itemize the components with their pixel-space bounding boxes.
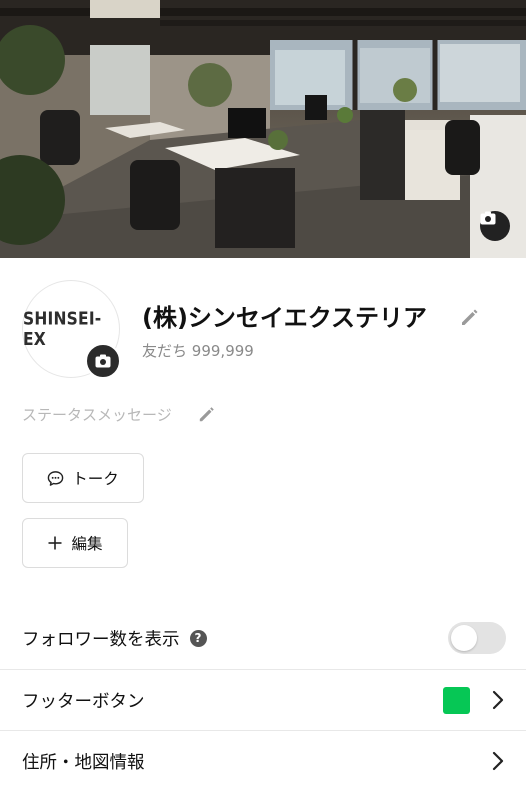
edit-button[interactable]: 編集 bbox=[22, 518, 128, 568]
chevron-right-icon[interactable] bbox=[492, 751, 504, 771]
plus-icon bbox=[48, 536, 62, 550]
follower-count-row: フォロワー数を表示 ? bbox=[0, 608, 526, 668]
avatar-camera-button[interactable] bbox=[85, 343, 121, 379]
cover-camera-button[interactable] bbox=[480, 211, 510, 241]
follower-count-toggle[interactable] bbox=[448, 622, 506, 654]
follower-count-label: フォロワー数を表示 bbox=[22, 629, 180, 650]
toggle-knob bbox=[451, 625, 477, 651]
edit-button-label: 編集 bbox=[71, 535, 103, 553]
friends-label: 友だち bbox=[142, 342, 188, 360]
name-edit-button[interactable] bbox=[460, 307, 480, 331]
footer-button-color-swatch[interactable] bbox=[443, 686, 470, 714]
talk-button[interactable]: トーク bbox=[22, 453, 144, 503]
friends-number: 999,999 bbox=[191, 342, 254, 360]
camera-icon bbox=[95, 354, 111, 368]
cover-photo bbox=[0, 0, 526, 258]
status-edit-button[interactable] bbox=[198, 405, 216, 427]
pencil-icon bbox=[462, 309, 478, 325]
friends-count: 友だち 999,999 bbox=[142, 340, 254, 361]
footer-button-label: フッターボタン bbox=[22, 691, 145, 712]
pencil-icon bbox=[199, 407, 214, 422]
address-map-label: 住所・地図情報 bbox=[22, 752, 145, 773]
cover-office-image bbox=[0, 0, 526, 258]
status-message[interactable]: ステータスメッセージ bbox=[22, 404, 172, 425]
question-circle-icon[interactable]: ? bbox=[189, 629, 207, 647]
talk-button-label: トーク bbox=[72, 470, 119, 488]
account-name: (株)シンセイエクステリア bbox=[142, 304, 427, 332]
camera-icon bbox=[480, 211, 496, 225]
chevron-right-icon[interactable] bbox=[492, 690, 504, 710]
chat-bubble-icon bbox=[47, 470, 64, 486]
footer-button-row[interactable]: フッターボタン bbox=[0, 670, 526, 730]
address-map-row[interactable]: 住所・地図情報 bbox=[0, 731, 526, 791]
